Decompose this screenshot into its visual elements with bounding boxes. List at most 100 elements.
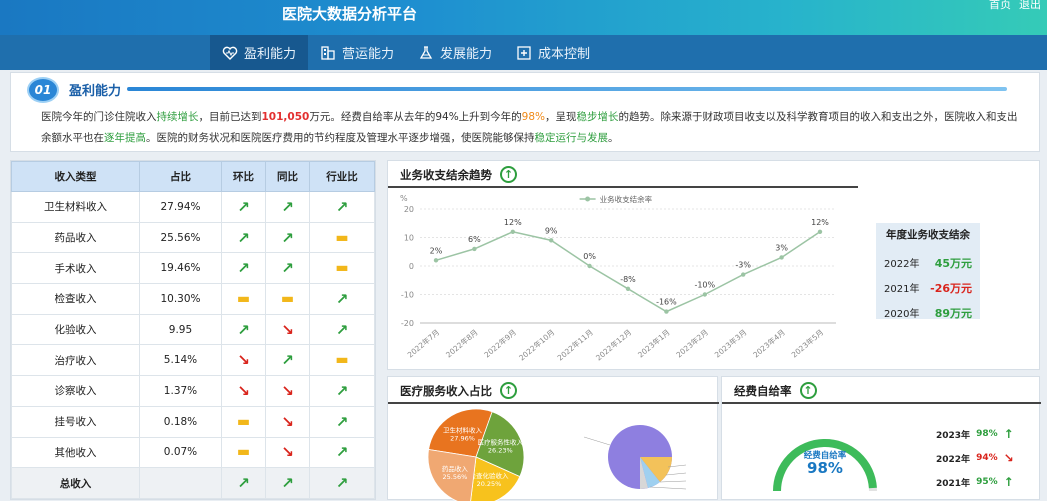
table-cell: 总收入 xyxy=(11,467,140,499)
table-header-cell: 同比 xyxy=(265,161,310,192)
data-label: 2% xyxy=(430,246,443,255)
data-label: -16% xyxy=(656,298,677,307)
legend-marker xyxy=(585,196,591,202)
trend-down-icon: ↘ xyxy=(265,375,310,407)
table-row: 治疗收入 5.14% ↘ ↗ ▬ xyxy=(11,344,376,377)
trend-flat-icon: ▬ xyxy=(221,283,266,315)
plus-box-icon xyxy=(517,45,531,60)
trend-up-icon: ↗ xyxy=(221,191,266,223)
tab-development[interactable]: 发展能力 xyxy=(406,35,504,70)
trend-up-icon: ↗ xyxy=(308,375,376,407)
self-sufficiency-row: 2023年 98% ↑ xyxy=(936,427,1014,441)
income-table-panel: 收入类型 占比 环比 同比 行业比 卫生材料收入 27.94% ↗ ↗ ↗ 药品收入 25.56% ↗… xyxy=(10,160,376,500)
percent-value: 95% xyxy=(976,477,998,487)
x-tick-label: 2022年8月 xyxy=(443,327,479,360)
trend-flat-icon: ▬ xyxy=(308,221,376,254)
data-label: 9% xyxy=(545,226,558,235)
section-title: 盈利能力 xyxy=(69,84,122,99)
income-table: 收入类型 占比 环比 同比 行业比 卫生材料收入 27.94% ↗ ↗ ↗ 药品收入 25.56% ↗… xyxy=(11,161,376,499)
annual-balance-box: 年度业务收支结余 2022年 45万元 2021年 -26万元 2020年 89万元 xyxy=(876,223,980,320)
pie-slice-label: 检查化验收入 xyxy=(469,471,509,480)
trend-up-icon: ↗ xyxy=(221,252,266,285)
balance-value: 89万元 xyxy=(934,306,972,320)
pie-panel: 医疗服务收入占比 ↑ 卫生材料收入 27.96% 医疗服务性收入 26.23% 检查化验收… xyxy=(387,376,719,501)
trend-up-icon: ↗ xyxy=(308,436,376,469)
app-header: 医院大数据分析平台 首页 退出 xyxy=(0,0,1047,35)
percent-value: 94% xyxy=(976,453,998,463)
home-link[interactable]: 首页 xyxy=(989,0,1011,12)
trend-up-icon: ↗ xyxy=(265,221,310,254)
logout-link[interactable]: 退出 xyxy=(1019,0,1041,12)
trend-panel-title: 业务收支结余趋势 xyxy=(400,167,492,182)
series-line xyxy=(435,231,821,313)
trend-up-icon: ↗ xyxy=(308,467,376,499)
data-point xyxy=(472,246,477,252)
table-row: 卫生材料收入 27.94% ↗ ↗ ↗ xyxy=(11,191,376,223)
table-cell: 0.07% xyxy=(138,436,223,469)
balance-row: 2021年 -26万元 xyxy=(884,275,972,300)
self-sufficiency-panel: 经费自给率 ↑ 经费自给率 98% 2023年 98% ↑ 2022年 94% ↘ 2021年… xyxy=(721,376,1041,500)
data-point xyxy=(587,263,592,269)
y-unit-label: % xyxy=(400,194,408,203)
data-label: -8% xyxy=(620,275,636,284)
up-arrow-icon: ↑ xyxy=(500,166,517,183)
app-title: 医院大数据分析平台 xyxy=(282,5,418,23)
flask-icon xyxy=(419,45,433,59)
table-cell: 药品收入 xyxy=(11,221,140,254)
data-label: -3% xyxy=(735,261,751,270)
tab-label: 发展能力 xyxy=(440,47,493,62)
self-sufficiency-row: 2022年 94% ↘ xyxy=(936,451,1014,465)
y-tick-label: -10 xyxy=(401,291,414,300)
trend-up-icon: ↑ xyxy=(1003,427,1014,441)
trend-up-icon: ↗ xyxy=(265,344,310,377)
y-tick-label: 10 xyxy=(404,234,414,243)
balance-value: 45万元 xyxy=(934,256,972,270)
secondary-pie-chart xyxy=(583,425,687,490)
trend-up-icon: ↗ xyxy=(308,405,376,438)
table-cell: 19.46% xyxy=(138,252,223,285)
trend-down-icon: ↘ xyxy=(221,344,266,377)
table-header-cell: 占比 xyxy=(138,161,223,192)
y-tick-label: 0 xyxy=(409,262,414,271)
table-row: 化验收入 9.95 ↗ ↘ ↗ xyxy=(11,313,376,346)
balance-row: 2022年 45万元 xyxy=(884,250,972,275)
tab-label: 营运能力 xyxy=(342,47,395,62)
data-point xyxy=(702,292,707,297)
trend-flat-icon: ▬ xyxy=(308,252,376,285)
trend-up-icon: ↗ xyxy=(221,313,266,346)
trend-down-icon: ↘ xyxy=(265,405,310,438)
data-point xyxy=(433,258,439,263)
table-row: 检查收入 10.30% ▬ ▬ ↗ xyxy=(11,283,376,315)
x-tick-label: 2022年10月 xyxy=(517,327,557,363)
data-point xyxy=(779,255,784,260)
table-cell: 27.94% xyxy=(138,191,223,223)
table-cell: 化验收入 xyxy=(11,313,140,346)
up-arrow-icon: ↑ xyxy=(500,382,517,399)
trend-flat-icon: ▬ xyxy=(221,405,266,438)
trend-flat-icon: ▬ xyxy=(308,344,376,377)
balance-title: 年度业务收支结余 xyxy=(886,229,970,241)
data-label: 3% xyxy=(775,243,788,252)
data-label: 0% xyxy=(583,252,596,261)
pie-slice-value: 25.56% xyxy=(443,473,468,481)
data-label: -10% xyxy=(694,281,715,290)
table-cell: 治疗收入 xyxy=(11,344,140,377)
x-tick-label: 2023年2月 xyxy=(674,327,710,360)
trend-flat-icon: ▬ xyxy=(265,283,310,315)
balance-row: 2020年 89万元 xyxy=(884,300,972,325)
data-label: 6% xyxy=(468,235,481,244)
table-row: 其他收入 0.07% ▬ ↘ ↗ xyxy=(11,436,376,469)
balance-year: 2020年 xyxy=(884,309,920,320)
data-point xyxy=(625,286,631,291)
table-row: 挂号收入 0.18% ▬ ↘ ↗ xyxy=(11,405,376,438)
intro-panel: 01 盈利能力 医院今年的门诊住院收入持续增长，目前已达到101,050万元。经… xyxy=(10,72,1040,152)
balance-year: 2021年 xyxy=(884,284,920,295)
tab-profitability[interactable]: 盈利能力 xyxy=(210,35,309,70)
x-tick-label: 2022年9月 xyxy=(482,327,518,360)
legend-label: 业务收支结余率 xyxy=(600,194,653,204)
year-label: 2021年 xyxy=(936,478,971,489)
year-label: 2022年 xyxy=(936,454,971,465)
table-header-cell: 收入类型 xyxy=(11,161,140,192)
tab-operations[interactable]: 营运能力 xyxy=(308,35,406,70)
tab-cost-control[interactable]: 成本控制 xyxy=(504,35,602,70)
